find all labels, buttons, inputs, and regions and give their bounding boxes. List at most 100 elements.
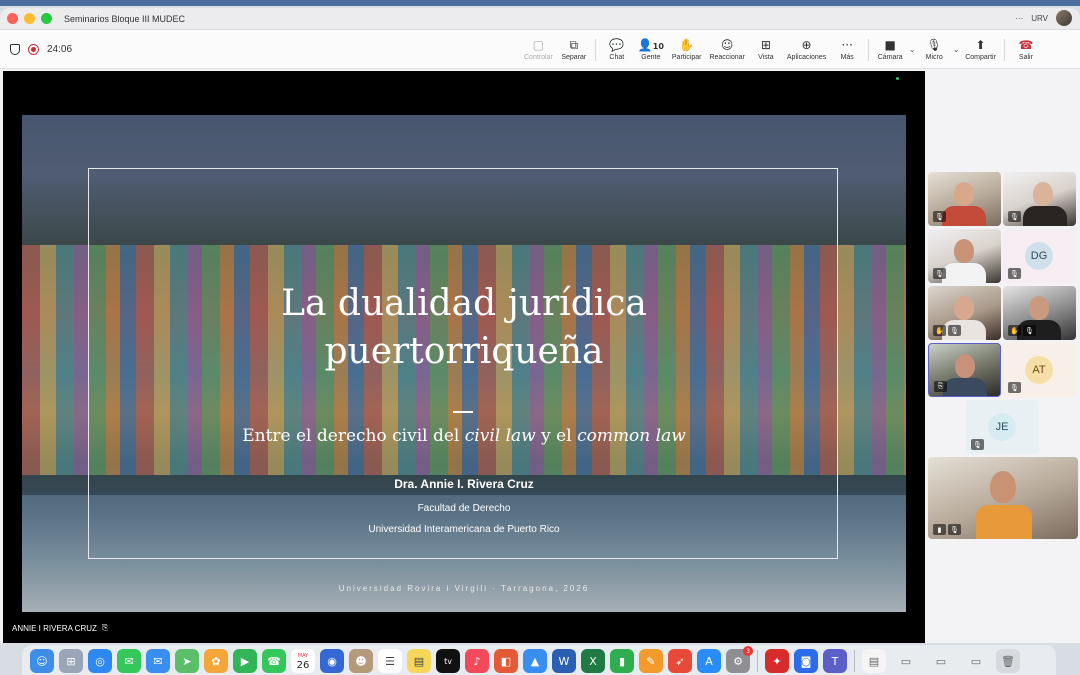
calendar-day: 26 (296, 660, 310, 671)
grid-icon: ⊞ (760, 38, 771, 52)
share-button[interactable]: ⬆ Compartir (961, 30, 1000, 69)
excel-icon[interactable]: X (581, 649, 605, 673)
leave-button[interactable]: ☎ Salir (1009, 30, 1043, 69)
presentation-slide: La dualidad jurídica puertorriqueña Entr… (22, 115, 906, 612)
zoom-icon[interactable]: ◙ (794, 649, 818, 673)
participant-tile[interactable]: ✋ 🎙 (928, 286, 1001, 340)
view-label: Vista (758, 54, 774, 61)
controlar-label: Controlar (524, 54, 553, 61)
presenter-label: ANNIE I RIVERA CRUZ ⎘ (12, 623, 108, 633)
notes-icon[interactable]: ▤ (407, 649, 431, 673)
profile-avatar[interactable] (1056, 10, 1072, 26)
chat-icon: 💬 (609, 38, 625, 52)
org-label: URV (1031, 13, 1048, 23)
separar-button[interactable]: ⧉ Separar (557, 30, 591, 69)
acrobat-icon[interactable]: ✦ (765, 649, 789, 673)
rocket-icon[interactable]: ➶ (668, 649, 692, 673)
subtitle-civil-law: civil law (464, 426, 536, 446)
maps-icon[interactable]: ➤ (175, 649, 199, 673)
camera-button[interactable]: ■ Cámara (873, 30, 907, 69)
view-button[interactable]: ⊞ Vista (749, 30, 783, 69)
teams-icon[interactable]: T (823, 649, 847, 673)
numbers-icon[interactable]: ▮ (610, 649, 634, 673)
participant-video (1029, 296, 1049, 320)
phone-icon[interactable]: ☎ (262, 649, 286, 673)
people-button[interactable]: 👤10 Gente (634, 30, 668, 69)
participant-tile[interactable]: JE 🎙 (966, 400, 1039, 454)
hand-raised-icon: ✋ (1008, 325, 1021, 336)
reminders-icon[interactable]: ☰ (378, 649, 402, 673)
pages-icon[interactable]: ✎ (639, 649, 663, 673)
plus-icon: ⊕ (801, 38, 812, 52)
close-window-button[interactable] (7, 13, 18, 24)
mic-options-chevron-icon[interactable]: ⌄ (951, 45, 961, 54)
launchpad-icon[interactable]: ⊞ (59, 649, 83, 673)
finder-icon[interactable]: ☺ (30, 649, 54, 673)
apple-tv-icon[interactable]: tv (436, 649, 460, 673)
screenshot-icon[interactable]: ▭ (926, 649, 956, 673)
screenshot-icon[interactable]: ▭ (891, 649, 921, 673)
slide-title-line2: puertorriqueña (324, 331, 604, 372)
hand-raised-icon: ✋ (933, 325, 946, 336)
participant-video (976, 505, 1032, 539)
participant-tile[interactable]: 🎙 (928, 172, 1001, 226)
slide-title: La dualidad jurídica puertorriqueña (22, 280, 906, 376)
mic-button[interactable]: 🎙 Micro (917, 30, 951, 69)
window-titlebar: Seminarios Bloque III MUDEC ··· URV (0, 8, 1080, 30)
controlar-button[interactable]: ▢ Controlar (520, 30, 557, 69)
safari-icon[interactable]: ◎ (88, 649, 112, 673)
participant-tile[interactable]: 🎙 (1003, 172, 1076, 226)
more-button[interactable]: ··· Más (830, 30, 864, 69)
trash-icon[interactable]: 🗑 (996, 649, 1020, 673)
app-store-icon[interactable]: A (697, 649, 721, 673)
signal-icon: ▮ (933, 524, 946, 535)
word-icon[interactable]: W (552, 649, 576, 673)
system-settings-icon[interactable]: ⚙ 3 (726, 646, 753, 673)
facetime-icon[interactable]: ▶ (233, 649, 257, 673)
participant-tile[interactable]: DG 🎙 (1003, 229, 1076, 283)
calendar-icon[interactable]: MAY 26 (291, 649, 315, 673)
maximize-window-button[interactable] (41, 13, 52, 24)
document-icon[interactable]: ▤ (862, 649, 886, 673)
people-label: Gente (641, 54, 661, 61)
raise-hand-button[interactable]: ✋ Participar (668, 30, 706, 69)
participant-video (954, 182, 974, 206)
music-icon[interactable]: ♪ (465, 649, 489, 673)
apps-label: Aplicaciones (786, 54, 827, 61)
camera-options-chevron-icon[interactable]: ⌄ (907, 45, 917, 54)
dock-divider (757, 650, 758, 672)
macos-dock: ☺ ⊞ ◎ ✉ ✉ ➤ ✿ ▶ ☎ MAY 26 ◉ ☻ ☰ ▤ tv ♪ ◧ … (22, 645, 1056, 675)
keynote-icon[interactable]: ▲ (523, 649, 547, 673)
participant-initials: JE (988, 413, 1016, 441)
screenshot-icon[interactable]: ▭ (961, 649, 991, 673)
participant-tile[interactable]: AT 🎙 (1003, 343, 1076, 397)
participant-video (990, 471, 1016, 503)
shared-screen-stage[interactable]: La dualidad jurídica puertorriqueña Entr… (3, 71, 925, 643)
slide-university: Universidad Interamericana de Puerto Ric… (368, 524, 560, 535)
slide-faculty: Facultad de Derecho (417, 503, 511, 514)
mail-icon[interactable]: ✉ (146, 649, 170, 673)
more-options-icon[interactable]: ··· (1015, 14, 1023, 23)
participant-video (1033, 182, 1053, 206)
browser-icon[interactable]: ◉ (320, 649, 344, 673)
slide-footer: Universidad Rovira i Virgili · Tarragona… (338, 584, 590, 593)
messages-icon[interactable]: ✉ (117, 649, 141, 673)
window-controls (7, 13, 52, 24)
chat-button[interactable]: 💬 Chat (600, 30, 634, 69)
separar-label: Separar (561, 54, 587, 61)
participant-tile[interactable]: ✋ 🎙 (1003, 286, 1076, 340)
react-button[interactable]: ☺ Reaccionar (705, 30, 748, 69)
toolbar-buttons: ▢ Controlar ⧉ Separar 💬 Chat 👤10 Gente ✋… (520, 30, 1043, 69)
self-view-tile[interactable]: ▮ 🎙 (928, 457, 1078, 539)
ellipsis-icon: ··· (841, 38, 853, 52)
minimize-window-button[interactable] (24, 13, 35, 24)
react-label: Reaccionar (709, 54, 745, 61)
contacts-icon[interactable]: ☻ (349, 649, 373, 673)
participant-tile-active-speaker[interactable]: ⎘ (928, 343, 1001, 397)
office-icon[interactable]: ◧ (494, 649, 518, 673)
apps-button[interactable]: ⊕ Aplicaciones (783, 30, 830, 69)
photos-icon[interactable]: ✿ (204, 649, 228, 673)
slide-author: Dra. Annie I. Rivera Cruz (394, 477, 534, 491)
participant-tile[interactable]: 🎙 (928, 229, 1001, 283)
pop-out-icon: ⧉ (569, 38, 579, 52)
